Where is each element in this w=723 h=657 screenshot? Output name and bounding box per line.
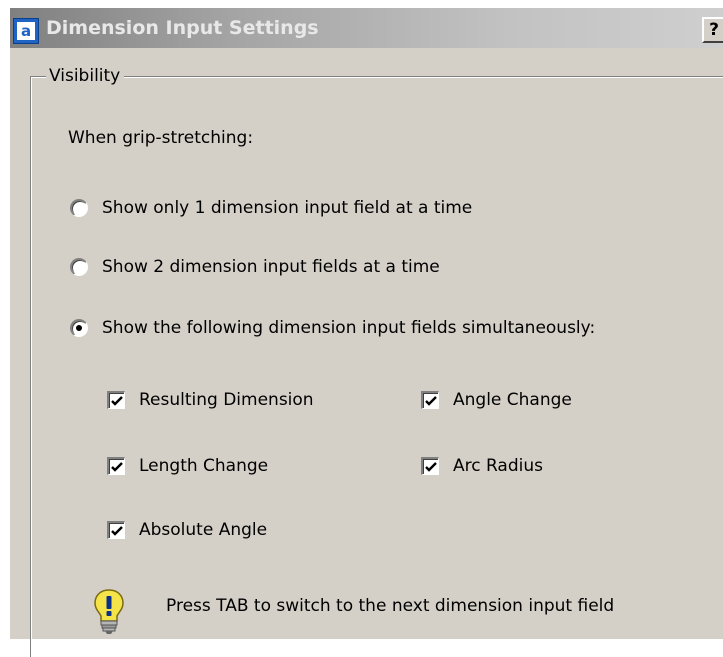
checkbox-label: Resulting Dimension — [139, 390, 314, 410]
checkbox-arc-radius[interactable]: Arc Radius — [421, 454, 543, 478]
radio-button-selected[interactable] — [70, 319, 88, 337]
window-title: Dimension Input Settings — [46, 17, 319, 39]
radio-option-2-fields[interactable]: Show 2 dimension input fields at a time — [70, 255, 440, 279]
radio-label: Show only 1 dimension input field at a t… — [102, 198, 473, 218]
checkmark-icon — [425, 396, 437, 406]
checkmark-icon — [111, 526, 123, 536]
radio-button[interactable] — [70, 258, 88, 276]
checkbox[interactable] — [421, 391, 439, 409]
checkmark-icon — [425, 462, 437, 472]
radio-label: Show the following dimension input field… — [102, 318, 596, 338]
checkbox-length-change[interactable]: Length Change — [107, 454, 268, 478]
checkbox[interactable] — [421, 457, 439, 475]
checkbox[interactable] — [107, 521, 125, 539]
radio-label: Show 2 dimension input fields at a time — [102, 257, 440, 277]
title-bar[interactable]: a Dimension Input Settings ? — [10, 8, 723, 48]
autocad-icon: a — [13, 18, 39, 44]
lightbulb-icon — [94, 589, 124, 634]
tip-text: Press TAB to switch to the next dimensio… — [166, 596, 615, 616]
checkbox-label: Length Change — [139, 456, 269, 476]
checkbox-label: Arc Radius — [453, 456, 543, 476]
radio-option-following-fields[interactable]: Show the following dimension input field… — [70, 316, 595, 340]
checkbox-label: Angle Change — [453, 390, 572, 410]
checkmark-icon — [111, 462, 123, 472]
checkbox[interactable] — [107, 457, 125, 475]
grip-stretching-label: When grip-stretching: — [68, 128, 254, 148]
visibility-groupbox — [30, 76, 723, 657]
radio-option-1-field[interactable]: Show only 1 dimension input field at a t… — [70, 196, 472, 220]
checkbox-angle-change[interactable]: Angle Change — [421, 388, 572, 412]
checkmark-icon — [111, 396, 123, 406]
radio-button[interactable] — [70, 199, 88, 217]
checkbox-label: Absolute Angle — [139, 520, 268, 540]
help-button[interactable]: ? — [702, 17, 723, 43]
checkbox-absolute-angle[interactable]: Absolute Angle — [107, 518, 267, 542]
visibility-group-label: Visibility — [46, 66, 125, 86]
checkbox-resulting-dimension[interactable]: Resulting Dimension — [107, 388, 314, 412]
checkbox[interactable] — [107, 391, 125, 409]
